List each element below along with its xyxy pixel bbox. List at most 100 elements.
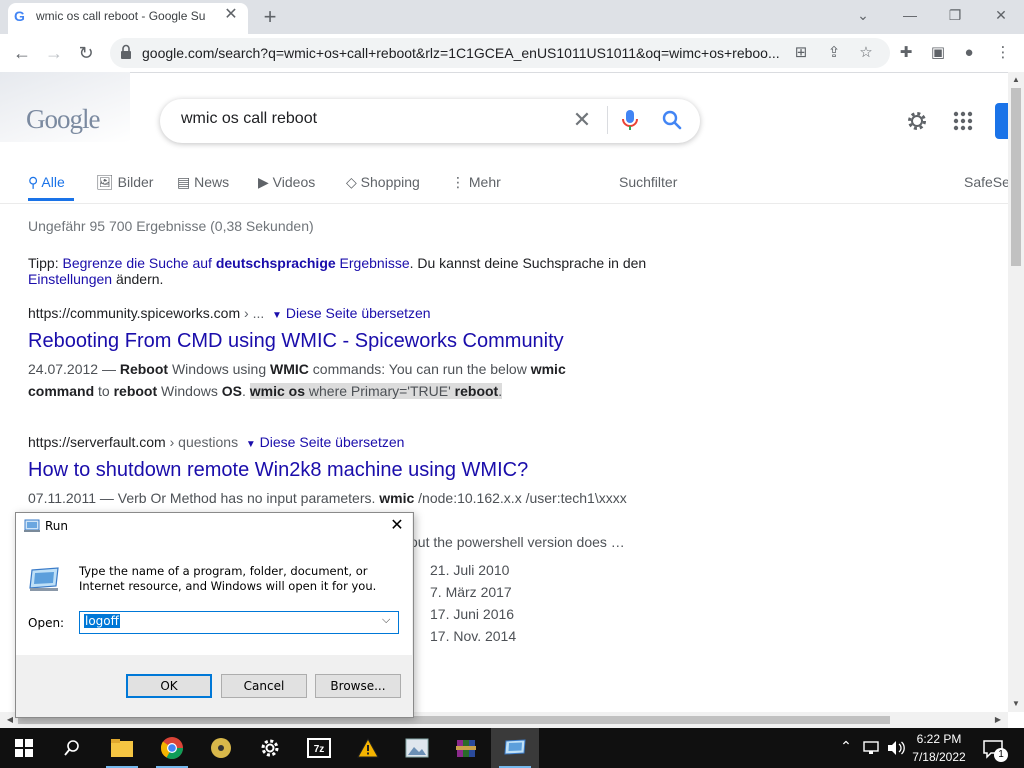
scroll-up-icon[interactable]: ▲ (1008, 72, 1024, 88)
extensions-icon[interactable]: ✚ (895, 42, 917, 64)
tab-news[interactable]: ▤ News (177, 172, 229, 192)
share-icon[interactable]: ⇪ (823, 42, 845, 64)
vlc-like-taskbar-icon[interactable] (344, 728, 392, 768)
tab-videos[interactable]: ▶ Videos (258, 172, 315, 192)
search-icon (64, 740, 79, 756)
network-icon[interactable] (862, 740, 882, 756)
chrome-icon (160, 737, 183, 759)
7zip-taskbar-icon[interactable]: 7z (295, 728, 343, 768)
scroll-down-icon[interactable]: ▼ (1008, 696, 1024, 712)
tab-shopping-label: Shopping (360, 174, 420, 190)
file-explorer-taskbar-icon[interactable] (98, 728, 146, 768)
image-icon: 🖼 (96, 174, 114, 190)
notification-badge: 1 (994, 748, 1008, 762)
sitelink-date: 7. März 2017 (430, 584, 512, 600)
google-favicon-icon: G (14, 8, 25, 24)
close-window-button[interactable]: ✕ (986, 4, 1016, 26)
active-tab-indicator (28, 198, 74, 201)
tab-shopping[interactable]: ◇ Shopping (346, 172, 420, 192)
result-snippet: 24.07.2012 — Reboot Windows using WMIC c… (28, 361, 566, 399)
microphone-icon[interactable] (620, 108, 640, 132)
disc-icon (211, 738, 231, 758)
forward-button[interactable]: → (42, 41, 66, 65)
search-tools-button[interactable]: Suchfilter (619, 172, 677, 192)
result-title-link[interactable]: Rebooting From CMD using WMIC - Spicewor… (28, 330, 564, 353)
restrict-language-link[interactable]: Begrenze die Suche auf deutschsprachige … (63, 255, 410, 271)
close-icon[interactable]: ✕ (385, 515, 409, 537)
browse-button[interactable]: Browse... (315, 674, 401, 698)
tab-close-icon[interactable]: ✕ (222, 6, 240, 24)
url-text[interactable]: google.com/search?q=wmic+os+call+reboot&… (142, 45, 787, 61)
chevron-down-icon[interactable]: ⌵ (382, 614, 390, 627)
chrome-menu-icon[interactable]: ⋮ (992, 42, 1014, 64)
winrar-taskbar-icon[interactable] (442, 728, 490, 768)
gear-icon[interactable] (905, 109, 929, 133)
sitelink-date: 17. Nov. 2014 (430, 628, 517, 644)
minimize-button[interactable]: — (895, 4, 925, 26)
chevron-up-icon[interactable]: ⌃ (838, 738, 854, 758)
ok-button[interactable]: OK (126, 674, 212, 698)
back-button[interactable]: ← (10, 41, 34, 65)
run-dialog-title: Run (45, 519, 69, 533)
tab-all[interactable]: ⚲ Alle (28, 172, 65, 192)
translate-icon[interactable]: ⊞ (790, 42, 812, 64)
result-snippet: 07.11.2011 — Verb Or Method has no input… (28, 490, 627, 506)
run-dialog-body (16, 541, 412, 655)
cancel-button[interactable]: Cancel (221, 674, 307, 698)
result-stats: Ungefähr 95 700 Ergebnisse (0,38 Sekunde… (28, 218, 314, 234)
open-input-text[interactable]: logoff (84, 614, 120, 628)
tab-news-label: News (194, 174, 230, 190)
tab-search-icon[interactable]: ⌄ (848, 4, 878, 26)
translate-page-link[interactable]: ▼ Diese Seite übersetzen (242, 434, 405, 450)
run-taskbar-icon[interactable] (491, 728, 539, 768)
scroll-right-icon[interactable]: ▶ (990, 712, 1006, 728)
header-divider (0, 203, 1008, 204)
settings-taskbar-icon[interactable] (246, 728, 294, 768)
search-input[interactable]: wmic os call reboot (181, 110, 317, 128)
result-cite: https://community.spiceworks.com › ... ▼… (28, 305, 431, 321)
side-panel-icon[interactable]: ▣ (927, 42, 949, 64)
run-dialog-titlebar[interactable] (16, 513, 412, 541)
tip-suffix: ändern. (112, 271, 164, 287)
google-logo[interactable]: Google (26, 104, 100, 135)
search-icon[interactable] (660, 108, 684, 132)
profile-avatar-icon[interactable]: ● (958, 42, 980, 64)
more-vert-icon: ⋮ (451, 174, 465, 190)
open-label: Open: (28, 616, 65, 630)
translate-page-link[interactable]: ▼ Diese Seite übersetzen (268, 305, 431, 321)
taskbar-search-button[interactable] (48, 728, 96, 768)
run-program-icon (504, 739, 526, 755)
clock-date[interactable]: 7/18/2022 (906, 750, 972, 764)
result-cite: https://serverfault.com › questions ▼ Di… (28, 434, 405, 450)
new-tab-button[interactable]: + (258, 6, 282, 28)
reload-button[interactable]: ↻ (74, 41, 98, 65)
apps-grid-icon[interactable] (952, 110, 974, 132)
bookmark-star-icon[interactable]: ☆ (855, 42, 877, 64)
tip-prefix: Tipp: (28, 255, 63, 271)
clock-time[interactable]: 6:22 PM (914, 732, 964, 746)
svg-text:7z: 7z (314, 744, 325, 755)
tab-images-label: Bilder (117, 174, 154, 190)
tip-middle: . Du kannst deine Suchsprache in den (409, 255, 647, 271)
vertical-scroll-thumb[interactable] (1011, 88, 1021, 266)
tab-title: wmic os call reboot - Google Su (36, 9, 206, 23)
settings-link[interactable]: Einstellungen (28, 271, 112, 287)
result-title-link[interactable]: How to shutdown remote Win2k8 machine us… (28, 459, 528, 482)
tab-more[interactable]: ⋮ Mehr (451, 172, 501, 192)
safesearch-button[interactable]: SafeSe (964, 172, 1010, 192)
news-icon: ▤ (177, 174, 191, 190)
restore-button[interactable]: ❐ (940, 4, 970, 26)
tab-images[interactable]: 🖼 Bilder (96, 172, 153, 192)
open-combobox[interactable] (79, 611, 399, 634)
volume-icon[interactable] (886, 740, 906, 756)
image-viewer-taskbar-icon[interactable] (393, 728, 441, 768)
dropdown-triangle-icon: ▼ (245, 439, 256, 450)
start-button[interactable] (0, 728, 48, 768)
chrome-taskbar-icon[interactable] (148, 728, 196, 768)
searchbox-divider (607, 106, 608, 134)
tab-videos-label: Videos (272, 174, 316, 190)
highlighted-snippet: wmic os where Primary='TRUE' reboot. (249, 383, 503, 399)
clear-search-icon[interactable]: ✕ (570, 108, 594, 132)
media-taskbar-icon[interactable] (197, 728, 245, 768)
lock-icon[interactable] (120, 44, 132, 60)
